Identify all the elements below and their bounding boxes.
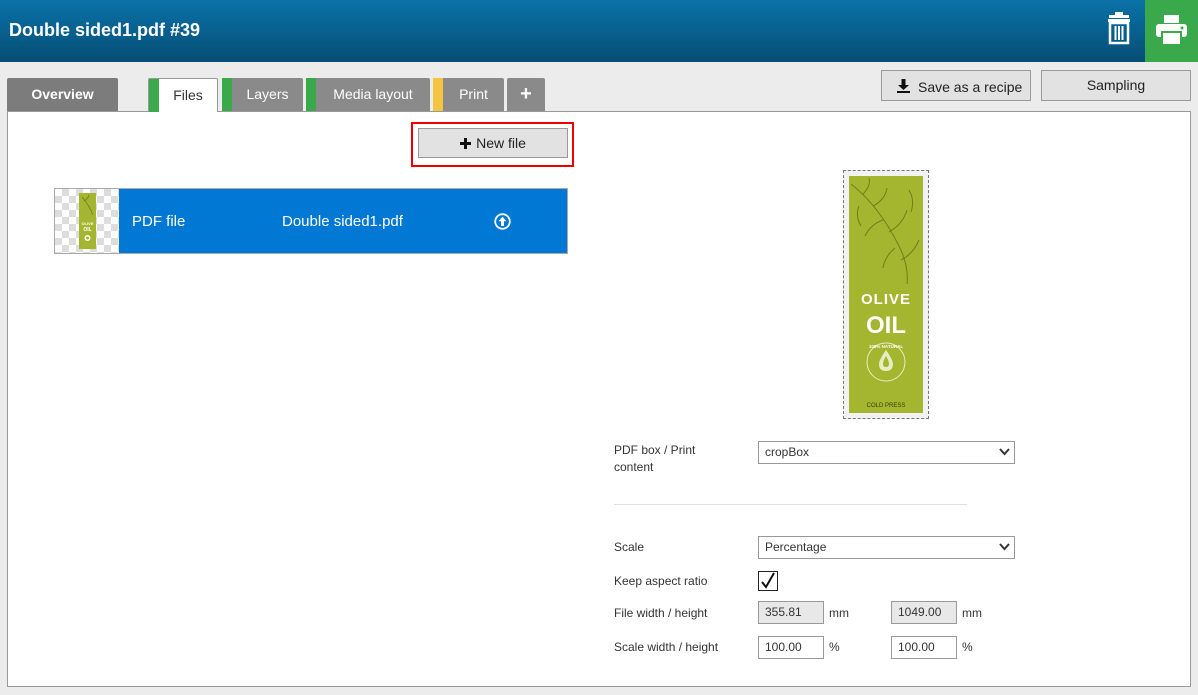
chevron-down-icon [999, 543, 1010, 551]
preview-title-line1: OLIVE [860, 291, 911, 308]
section-divider [614, 504, 967, 505]
download-icon [897, 79, 910, 93]
scale-width-unit: % [829, 640, 840, 654]
chevron-down-icon [999, 448, 1010, 456]
save-as-recipe-button[interactable]: Save as a recipe [881, 70, 1031, 101]
file-height-unit: mm [962, 606, 982, 620]
scale-size-label: Scale width / height [614, 640, 719, 654]
upload-icon [494, 213, 511, 230]
file-width-unit: mm [829, 606, 849, 620]
printer-icon [1156, 15, 1187, 45]
scale-height-unit: % [962, 640, 973, 654]
new-file-label: New file [476, 135, 526, 151]
tab-status-bar [149, 79, 159, 112]
tab-layers-label: Layers [246, 86, 289, 102]
file-name: Double sided1.pdf [282, 213, 403, 230]
tab-status-bar [306, 78, 316, 111]
tab-files[interactable]: Files [148, 78, 218, 112]
tab-status-bar [222, 78, 232, 111]
tab-status-bar [433, 78, 443, 111]
preview-footer: COLD PRESS [866, 403, 906, 409]
pdf-box-label: PDF box / Print content [614, 443, 696, 474]
preview-badge: 100% NATURAL [868, 344, 904, 349]
keep-aspect-label: Keep aspect ratio [614, 574, 708, 588]
delete-button[interactable] [1102, 12, 1136, 48]
scale-value: Percentage [765, 540, 827, 554]
tab-overview[interactable]: Overview [7, 78, 118, 111]
olive-oil-thumbnail: OLIVE OIL [79, 193, 96, 249]
plus-icon: + [520, 83, 532, 105]
file-thumbnail: OLIVE OIL [55, 189, 119, 253]
plus-icon [460, 138, 472, 149]
keep-aspect-checkbox[interactable] [758, 571, 778, 591]
svg-text:OIL: OIL [83, 227, 91, 233]
svg-text:OLIVE: OLIVE [81, 221, 93, 226]
file-preview: OLIVE OIL 100% NATURAL COLD PRESS [843, 170, 929, 419]
scale-width-input[interactable]: 100.00 [758, 636, 824, 659]
new-file-button[interactable]: New file [418, 128, 568, 158]
tab-add[interactable]: + [507, 78, 545, 111]
sampling-button[interactable]: Sampling [1041, 70, 1191, 101]
tab-layers[interactable]: Layers [222, 78, 303, 111]
trash-icon [1108, 12, 1130, 45]
checkmark-icon [761, 572, 775, 589]
pdf-box-value: cropBox [765, 445, 810, 459]
print-button[interactable] [1145, 0, 1198, 62]
file-width-field: 355.81 [758, 601, 824, 624]
tab-media-layout-label: Media layout [333, 86, 413, 102]
tab-print-label: Print [459, 86, 488, 102]
pdf-box-select[interactable]: cropBox [758, 441, 1015, 464]
scale-label: Scale [614, 540, 645, 554]
file-type: PDF file [132, 213, 186, 230]
upload-file-button[interactable] [494, 213, 511, 235]
scale-height-input[interactable]: 100.00 [891, 636, 957, 659]
tab-files-label: Files [173, 87, 203, 103]
olive-oil-label-image: OLIVE OIL 100% NATURAL COLD PRESS [849, 176, 923, 413]
job-title: Double sided1.pdf #39 [9, 20, 201, 40]
file-list-item[interactable]: OLIVE OIL PDF file Double sided1.pdf [54, 188, 568, 254]
preview-title-line2: OIL [866, 312, 906, 339]
scale-select[interactable]: Percentage [758, 536, 1015, 559]
save-as-recipe-label: Save as a recipe [918, 79, 1023, 95]
app-header: Double sided1.pdf #39 [0, 0, 1198, 62]
tab-overview-label: Overview [31, 86, 94, 102]
file-size-label: File width / height [614, 606, 708, 620]
file-height-field: 1049.00 [891, 601, 957, 624]
tab-print[interactable]: Print [433, 78, 504, 111]
sampling-label: Sampling [1086, 77, 1146, 93]
tab-media-layout[interactable]: Media layout [306, 78, 430, 111]
